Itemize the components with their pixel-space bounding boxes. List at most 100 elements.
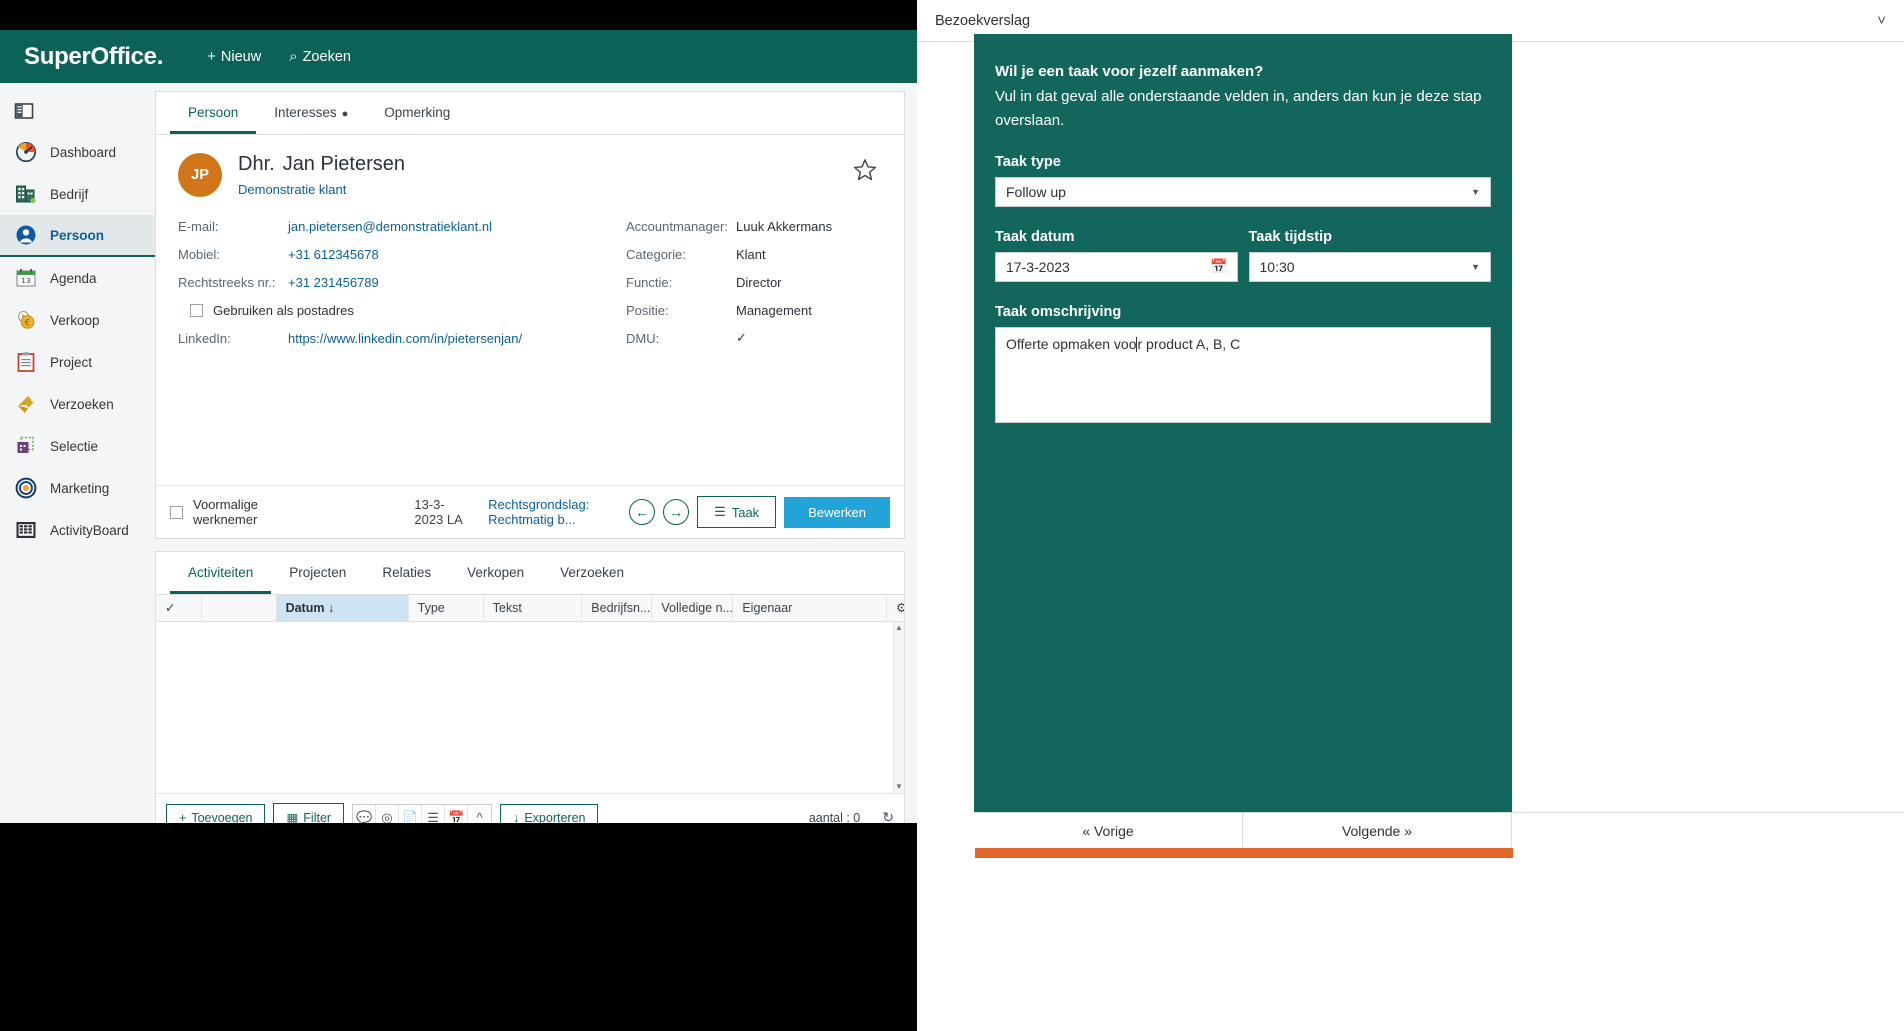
tab-label: Activiteiten [188, 565, 254, 580]
field-functie: Functie: Director [626, 271, 882, 293]
activities-tabs: Activiteiten Projecten Relaties Verkopen… [156, 552, 904, 595]
wizard-panel: Bezoekverslag ˅ Wil je een taak voor jez… [917, 0, 1904, 1031]
field-value[interactable]: +31 231456789 [288, 275, 379, 290]
tab-verzoeken[interactable]: Verzoeken [542, 552, 642, 594]
chevron-down-icon: ▼ [1471, 186, 1480, 197]
task-type-select[interactable]: Follow up ▼ [995, 176, 1491, 207]
task-button[interactable]: ☰ Taak [697, 496, 777, 528]
panel-toggle-icon[interactable] [0, 91, 155, 131]
field-value[interactable]: +31 612345678 [288, 247, 379, 262]
search-icon: ⌕ [289, 48, 298, 65]
column-header-check[interactable]: ✓ [156, 594, 202, 622]
grid-scrollbar[interactable]: ▲ ▼ [893, 622, 904, 793]
activities-card: Activiteiten Projecten Relaties Verkopen… [155, 551, 905, 823]
last-modified-date: 13-3-2023 LA [414, 497, 463, 527]
search-button[interactable]: ⌕ Zoeken [289, 48, 351, 65]
next-button[interactable]: Volgende » [1243, 813, 1512, 849]
circle-target-icon[interactable]: ◎ [376, 804, 400, 823]
former-employee-row: Voormalige werknemer [170, 497, 284, 527]
field-value[interactable]: jan.pietersen@demonstratieklant.nl [288, 219, 492, 234]
arrow-right-icon[interactable]: → [663, 499, 690, 525]
task-date-input[interactable]: 17-3-2023 📅 [995, 251, 1238, 282]
ticket-icon [14, 392, 38, 416]
person-fields-right: Accountmanager: Luuk Akkermans Categorie… [618, 215, 882, 355]
sidebar-item-agenda[interactable]: 13 Agenda [0, 257, 155, 299]
sidebar-item-bedrijf[interactable]: Bedrijf [0, 173, 155, 215]
app-body: Dashboard Bedrijf Persoon 13 Agenda € Ve… [0, 83, 917, 823]
sidebar-item-marketing[interactable]: Marketing [0, 467, 155, 509]
sidebar-item-label: Verkoop [50, 312, 100, 328]
sidebar-item-selectie[interactable]: Selectie [0, 425, 155, 467]
tab-interesses[interactable]: Interesses ● [256, 92, 366, 134]
sidebar-item-label: Agenda [50, 270, 97, 286]
add-button[interactable]: + Toevoegen [166, 803, 266, 823]
scroll-down-icon[interactable]: ▼ [894, 781, 904, 793]
wizard-subtitle: Vul in dat geval alle onderstaande velde… [995, 88, 1482, 129]
tab-verkopen[interactable]: Verkopen [449, 552, 542, 594]
sidebar-item-verkoop[interactable]: $ € Verkoop [0, 299, 155, 341]
arrow-left-icon[interactable]: ← [629, 499, 656, 525]
wizard-footer: « Vorige Volgende » [974, 812, 1904, 849]
field-linkedin: LinkedIn: https://www.linkedin.com/in/pi… [178, 327, 618, 349]
column-header-bedrijfsnaam[interactable]: Bedrijfsn... [582, 594, 653, 622]
chevron-down-icon[interactable]: ˅ [1877, 12, 1886, 29]
app-topbar: SuperOffice. + Nieuw ⌕ Zoeken [0, 30, 917, 83]
chat-bubble-icon[interactable]: 💬 [353, 804, 377, 823]
sidebar-item-label: Verzoeken [50, 396, 114, 412]
page-title: Dhr. Jan Pietersen [238, 153, 405, 176]
task-time-select[interactable]: 10:30 ▼ [1248, 251, 1491, 282]
superoffice-logo: SuperOffice. [24, 43, 163, 71]
selection-icon [14, 434, 38, 458]
dmu-check-icon: ✓ [736, 330, 747, 345]
calendar-icon[interactable]: 📅 [445, 804, 469, 823]
tab-bullet-icon: ● [341, 108, 349, 120]
person-icon [14, 223, 38, 247]
chevron-up-icon[interactable]: ^ [468, 805, 491, 823]
edit-button[interactable]: Bewerken [784, 496, 890, 528]
list-lines-icon[interactable]: ☰ [422, 804, 446, 823]
field-label: E-mail: [178, 218, 219, 234]
column-header-volledige-naam[interactable]: Volledige n... [652, 594, 734, 622]
tab-relaties[interactable]: Relaties [364, 552, 449, 594]
company-link[interactable]: Demonstratie klant [238, 182, 405, 197]
column-header-blank[interactable] [202, 594, 277, 622]
sidebar-item-label: Selectie [50, 438, 99, 454]
tab-persoon[interactable]: Persoon [170, 92, 257, 134]
export-button[interactable]: ↓ Exporteren [500, 803, 599, 823]
task-description-textarea[interactable]: Offerte opmaken voor product A, B, C [995, 326, 1491, 423]
scroll-up-icon[interactable]: ▲ [894, 622, 904, 634]
column-header-type[interactable]: Type [409, 594, 484, 622]
former-employee-checkbox[interactable] [170, 505, 183, 519]
tab-projecten[interactable]: Projecten [271, 552, 364, 594]
sidebar-item-persoon[interactable]: Persoon [0, 215, 155, 257]
field-label: Categorie: [626, 246, 686, 262]
sidebar-item-verzoeken[interactable]: Verzoeken [0, 383, 155, 425]
column-header-eigenaar[interactable]: Eigenaar [733, 594, 887, 622]
previous-button[interactable]: « Vorige [974, 813, 1243, 849]
column-header-tekst[interactable]: Tekst [484, 594, 583, 622]
tab-opmerking[interactable]: Opmerking [366, 92, 468, 134]
new-button[interactable]: + Nieuw [207, 48, 261, 65]
person-card: Persoon Interesses ● Opmerking JP Dhr. J… [155, 91, 905, 539]
field-label: Rechtstreeks nr.: [178, 274, 276, 290]
sidebar-item-dashboard[interactable]: Dashboard [0, 131, 155, 173]
calendar-icon[interactable]: 📅 [1210, 258, 1227, 275]
tab-activiteiten[interactable]: Activiteiten [170, 552, 272, 594]
sidebar-item-activityboard[interactable]: ActivityBoard [0, 509, 155, 551]
svg-text:€: € [25, 318, 31, 328]
document-icon[interactable]: 📄 [399, 804, 423, 823]
sidebar-item-project[interactable]: Project [0, 341, 155, 383]
star-outline-icon[interactable] [852, 157, 878, 188]
refresh-icon[interactable]: ↻ [882, 809, 894, 823]
column-header-datum[interactable]: Datum ↓ [276, 594, 409, 622]
project-clipboard-icon [14, 350, 38, 374]
gear-icon[interactable]: ⚙ [887, 595, 904, 622]
person-card-tabs: Persoon Interesses ● Opmerking [156, 92, 904, 135]
legal-basis-link[interactable]: Rechtsgrondslag: Rechtmatig b... [488, 497, 629, 527]
person-name: Jan Pietersen [282, 153, 405, 175]
field-value[interactable]: https://www.linkedin.com/in/pietersenjan… [288, 331, 522, 346]
postal-address-checkbox[interactable] [190, 303, 203, 317]
filter-button[interactable]: ▦ Filter [273, 803, 345, 823]
search-button-label: Zoeken [302, 48, 351, 65]
task-time-group: Taak tijdstip 10:30 ▼ [1248, 207, 1491, 282]
